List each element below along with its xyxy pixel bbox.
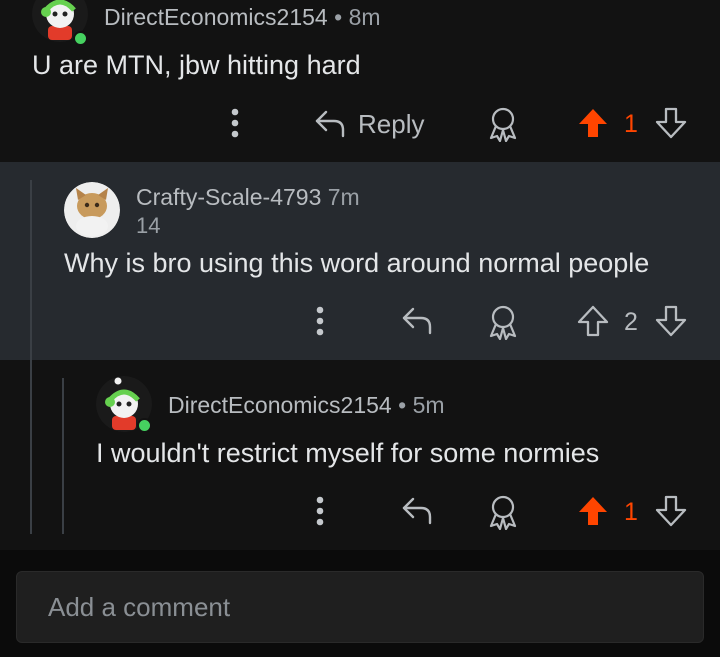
- timestamp: 5m: [412, 392, 445, 418]
- comment-thread: DirectEconomics2154 • 8m U are MTN, jbw …: [0, 0, 720, 657]
- downvote-button[interactable]: [654, 494, 688, 528]
- separator: •: [398, 392, 407, 418]
- avatar[interactable]: [64, 182, 120, 238]
- username-text[interactable]: DirectEconomics2154: [168, 392, 392, 418]
- online-status-icon: [73, 31, 88, 46]
- downvote-button[interactable]: [654, 106, 688, 140]
- thread-line: [62, 378, 64, 534]
- username-text[interactable]: Crafty-Scale-4793: [136, 184, 321, 210]
- downvote-arrow-icon: [655, 305, 687, 337]
- more-options-button[interactable]: [305, 304, 335, 338]
- reply-button[interactable]: Reply: [314, 104, 424, 144]
- comment-author[interactable]: Crafty-Scale-4793 7m: [136, 184, 360, 211]
- more-vertical-icon: [231, 108, 239, 138]
- award-icon: [489, 495, 517, 530]
- reply-arrow-icon: [315, 110, 345, 138]
- separator: •: [334, 4, 343, 30]
- username-text[interactable]: DirectEconomics2154: [104, 4, 328, 30]
- comment-body: U are MTN, jbw hitting hard: [32, 50, 361, 80]
- downvote-button[interactable]: [654, 304, 688, 338]
- vote-count: 1: [624, 498, 638, 526]
- more-vertical-icon: [316, 306, 324, 336]
- reply-arrow-icon: [402, 497, 432, 525]
- comment-2: Crafty-Scale-4793 7m 14 Why is bro using…: [0, 162, 720, 360]
- timestamp: 7m: [327, 184, 360, 210]
- comment-3: DirectEconomics2154 • 5m I wouldn't rest…: [0, 360, 720, 550]
- award-button[interactable]: [485, 492, 521, 532]
- thread-line: [30, 180, 32, 360]
- timestamp: 8m: [348, 4, 381, 30]
- comment-body: I wouldn't restrict myself for some norm…: [96, 438, 600, 468]
- more-vertical-icon: [316, 496, 324, 526]
- upvote-button[interactable]: [576, 494, 610, 528]
- vote-count: 1: [624, 110, 638, 138]
- award-icon: [489, 107, 517, 142]
- reply-label: Reply: [358, 108, 425, 139]
- add-comment-input[interactable]: [17, 572, 703, 642]
- reply-button[interactable]: [400, 494, 434, 528]
- more-options-button[interactable]: [305, 494, 335, 528]
- vote-count: 2: [624, 308, 638, 336]
- more-options-button[interactable]: [220, 106, 250, 140]
- upvote-button[interactable]: [576, 304, 610, 338]
- comment-1: DirectEconomics2154 • 8m U are MTN, jbw …: [0, 0, 720, 162]
- thread-line: [30, 360, 32, 534]
- award-icon: [489, 305, 517, 340]
- user-flair: 14: [136, 213, 161, 238]
- downvote-arrow-icon: [655, 495, 687, 527]
- reply-arrow-icon: [402, 307, 432, 335]
- comment-author[interactable]: DirectEconomics2154 • 5m: [168, 392, 445, 419]
- award-button[interactable]: [485, 104, 521, 144]
- upvote-arrow-icon: [577, 305, 609, 337]
- downvote-arrow-icon: [655, 107, 687, 139]
- reply-button[interactable]: [400, 304, 434, 338]
- online-status-icon: [137, 418, 152, 433]
- upvote-arrow-icon: [579, 109, 607, 137]
- comment-author[interactable]: DirectEconomics2154 • 8m: [104, 4, 381, 31]
- upvote-arrow-icon: [579, 497, 607, 525]
- comment-composer[interactable]: [16, 571, 704, 643]
- comment-body: Why is bro using this word around normal…: [64, 248, 650, 278]
- upvote-button[interactable]: [576, 106, 610, 140]
- award-button[interactable]: [485, 302, 521, 342]
